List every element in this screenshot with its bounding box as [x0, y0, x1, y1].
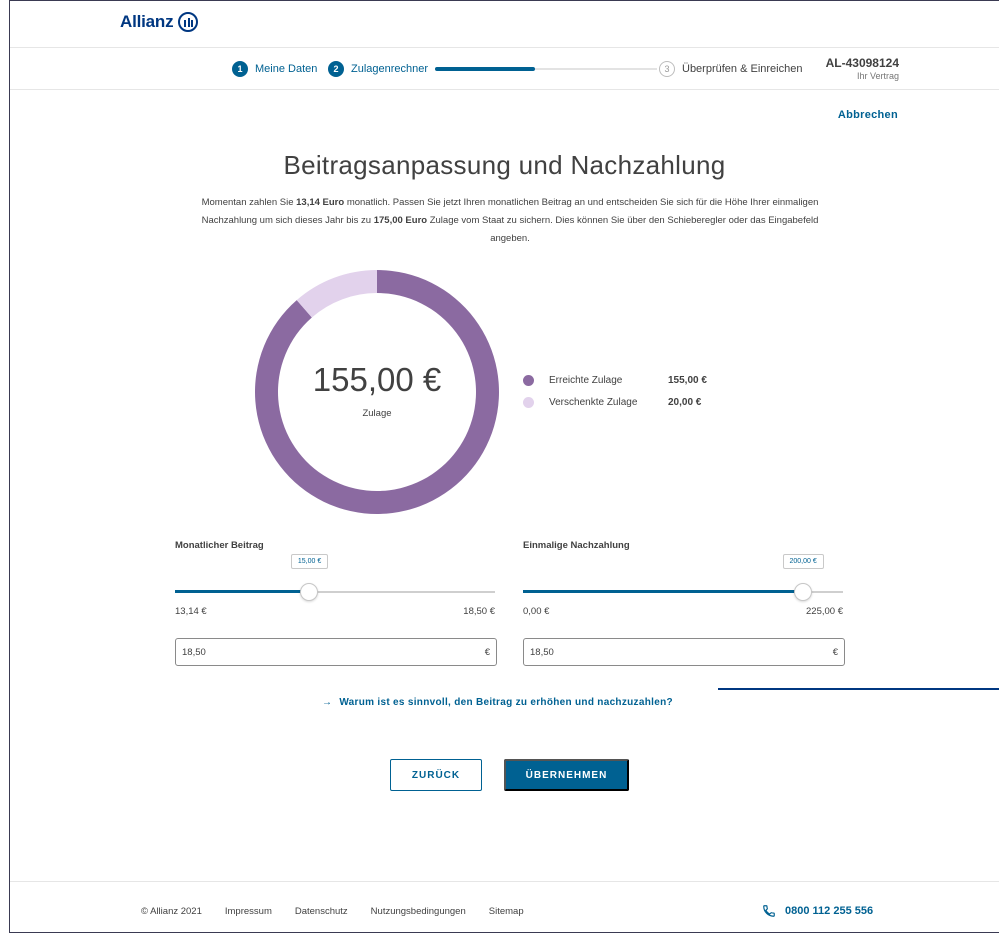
oneoff-payment-section: Einmalige Nachzahlung 200,00 € 0,00 € 22…	[523, 540, 845, 666]
allianz-eagle-icon	[178, 12, 199, 32]
monthly-contribution-section: Monatlicher Beitrag 15,00 € 13,14 € 18,5…	[175, 540, 497, 666]
oneoff-amount-value: 18,50	[530, 646, 554, 658]
currency-suffix: €	[484, 646, 490, 658]
monthly-slider-tooltip: 15,00 €	[290, 554, 329, 569]
footer-link-sitemap[interactable]: Sitemap	[489, 906, 524, 917]
logo-text: Allianz	[120, 12, 174, 31]
oneoff-slider-tooltip: 200,00 €	[782, 554, 824, 569]
apply-button[interactable]: ÜBERNEHMEN	[504, 759, 629, 791]
why-increase-link-label: Warum ist es sinnvoll, den Beitrag zu er…	[339, 697, 673, 708]
legend-swatch	[523, 375, 534, 386]
contract-label: Ihr Vertrag	[856, 71, 899, 81]
legend-item-erreichte-zulage: Erreichte Zulage 155,00 €	[523, 375, 707, 386]
footer-link-impressum[interactable]: Impressum	[225, 906, 272, 917]
step-number-badge: 2	[328, 61, 344, 77]
currency-suffix: €	[832, 646, 838, 658]
back-button[interactable]: ZURÜCK	[390, 759, 482, 791]
monthly-amount-input[interactable]: 18,50 €	[175, 638, 497, 666]
footer-link-nutzungsbedingungen[interactable]: Nutzungsbedingungen	[371, 906, 466, 917]
legend-value: 155,00 €	[668, 375, 707, 386]
hotline[interactable]: 0800 112 255 556	[762, 904, 873, 918]
legend-item-verschenkte-zulage: Verschenkte Zulage 20,00 €	[523, 397, 701, 408]
contract-number: AL-43098124	[825, 56, 899, 70]
donut-center-caption: Zulage	[362, 408, 392, 419]
footer-link-datenschutz[interactable]: Datenschutz	[295, 906, 348, 917]
donut-center-value: 155,00 €	[312, 361, 442, 398]
step-label: Überprüfen & Einreichen	[682, 63, 803, 75]
oneoff-payment-title: Einmalige Nachzahlung	[523, 540, 630, 551]
footer: © Allianz 2021 Impressum Datenschutz Nut…	[10, 881, 999, 932]
monthly-contribution-title: Monatlicher Beitrag	[175, 540, 264, 551]
phone-icon	[763, 905, 775, 917]
intro-text: Momentan zahlen Sie 13,14 Euro monatlich…	[185, 194, 835, 248]
footer-links: © Allianz 2021 Impressum Datenschutz Nut…	[141, 906, 524, 917]
oneoff-slider-min: 0,00 €	[523, 606, 550, 617]
monthly-slider-min: 13,14 €	[175, 606, 207, 617]
oneoff-amount-input[interactable]: 18,50 €	[523, 638, 845, 666]
hotline-number: 0800 112 255 556	[785, 905, 874, 917]
step-progress-fill	[435, 67, 535, 71]
max-allowance: 175,00 Euro	[373, 215, 428, 226]
step-label: Zulagenrechner	[351, 63, 429, 75]
allianz-logo[interactable]: Allianz	[120, 12, 199, 32]
legend-label: Erreichte Zulage	[549, 375, 623, 386]
step-number-badge: 3	[659, 61, 675, 77]
monthly-slider-max: 18,50 €	[463, 606, 495, 617]
step-zulagenrechner[interactable]: 2 Zulagenrechner	[328, 61, 428, 77]
step-label: Meine Daten	[255, 63, 318, 75]
intro-text-part: Momentan zahlen Sie	[201, 197, 297, 208]
top-bar: Allianz	[10, 0, 999, 48]
monthly-slider-handle[interactable]	[300, 583, 319, 601]
monthly-slider-track[interactable]	[175, 583, 495, 601]
monthly-amount-value: 18,50	[182, 646, 206, 658]
current-contribution: 13,14 Euro	[296, 197, 345, 208]
step-progress-track	[435, 67, 657, 71]
step-meine-daten[interactable]: 1 Meine Daten	[232, 61, 317, 77]
step-number-badge: 1	[232, 61, 248, 77]
step-ueberpruefen: 3 Überprüfen & Einreichen	[659, 61, 802, 77]
legend-value: 20,00 €	[668, 397, 702, 408]
oneoff-slider-fill	[523, 590, 803, 593]
copyright: © Allianz 2021	[141, 906, 202, 917]
oneoff-slider-handle[interactable]	[794, 583, 812, 601]
why-increase-link[interactable]: → Warum ist es sinnvoll, den Beitrag zu …	[322, 697, 673, 708]
legend-label: Verschenkte Zulage	[549, 397, 638, 408]
page-title: Beitragsanpassung und Nachzahlung	[283, 150, 726, 180]
donut-slice-verschenkte-zulage	[296, 270, 377, 318]
cancel-link[interactable]: Abbrechen	[838, 109, 898, 121]
oneoff-slider-max: 225,00 €	[806, 606, 843, 617]
accent-line	[718, 688, 999, 690]
progress-stepper: 1 Meine Daten 2 Zulagenrechner 3 Überprü…	[10, 48, 999, 90]
intro-text-part: Zulage vom Staat zu sichern. Dies können…	[427, 215, 819, 244]
monthly-slider-fill	[175, 590, 310, 593]
window-frame-left	[9, 0, 10, 933]
oneoff-slider-track[interactable]	[523, 583, 843, 601]
contract-info: AL-43098124 Ihr Vertrag	[826, 56, 899, 81]
legend-swatch	[523, 397, 534, 408]
arrow-right-icon: →	[322, 697, 333, 708]
